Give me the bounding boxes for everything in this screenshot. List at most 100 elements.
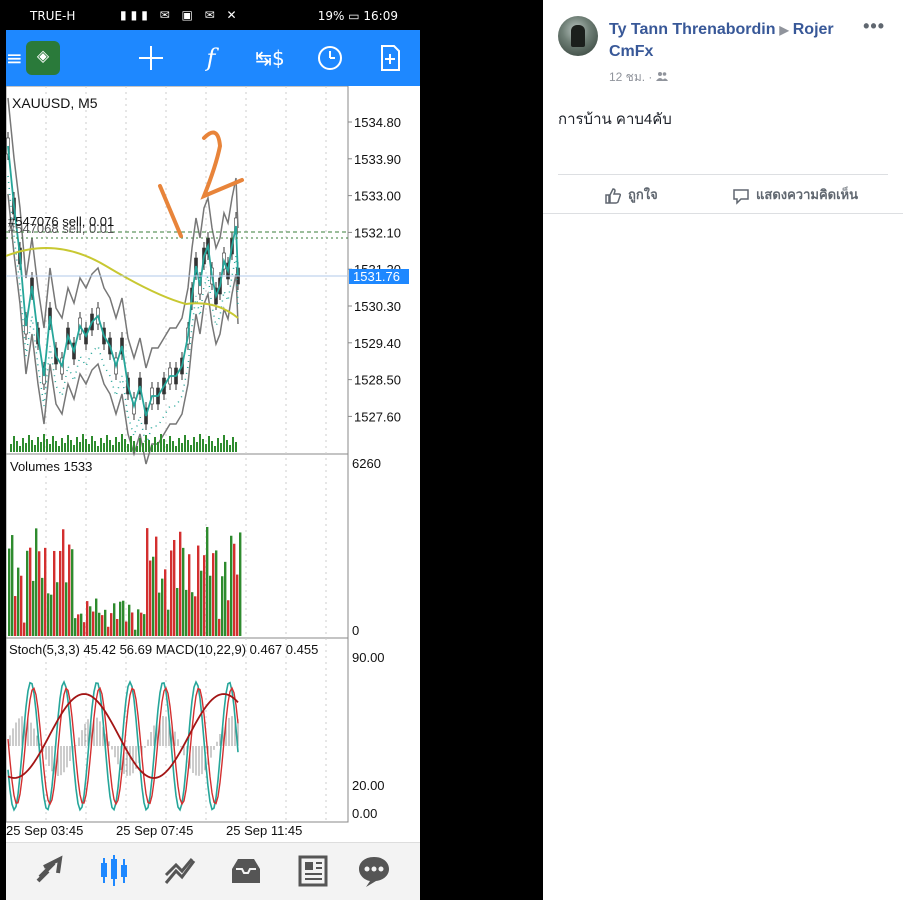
volume-bar xyxy=(131,612,134,636)
comment-button[interactable]: แสดงความคิดเห็น xyxy=(732,175,858,215)
mini-volume-bar xyxy=(52,436,54,452)
mini-volume-bar xyxy=(169,436,171,452)
mini-volume-bar xyxy=(196,442,198,452)
post-meta: 12 ชม. · xyxy=(609,68,668,87)
price-tick: 1528.50 xyxy=(354,373,401,388)
more-options-icon[interactable]: ••• xyxy=(863,16,885,37)
volume-bar xyxy=(188,554,191,636)
mini-volume-bar xyxy=(214,446,216,452)
friends-audience-icon xyxy=(655,70,668,84)
stoch-tick-90: 90.00 xyxy=(352,650,385,665)
mini-volume-bar xyxy=(211,441,213,452)
volume-bar xyxy=(104,609,107,636)
chat-icon[interactable] xyxy=(356,853,392,889)
volume-bar xyxy=(86,601,89,636)
mini-volume-bar xyxy=(142,443,144,452)
time-tick-2: 25 Sep 07:45 xyxy=(116,823,193,838)
avatar[interactable] xyxy=(558,16,598,56)
volume-bar xyxy=(17,567,20,636)
mini-volume-bar xyxy=(37,437,39,452)
volume-bar xyxy=(26,550,29,636)
mini-volume-bar xyxy=(103,443,105,452)
mini-volume-bar xyxy=(235,442,237,452)
news-icon[interactable] xyxy=(294,853,330,889)
new-order-icon[interactable] xyxy=(375,43,405,73)
volume-bar xyxy=(23,622,26,636)
volume-bar xyxy=(209,575,212,636)
mini-volume-bar xyxy=(193,437,195,452)
volume-bar xyxy=(134,629,137,636)
toolbar: ≡ ◈ f ↹$ xyxy=(6,30,420,86)
battery-percent: 19% xyxy=(317,9,345,23)
post-text: การบ้าน คาบ4คับ xyxy=(558,111,672,128)
volume-bar xyxy=(20,575,23,636)
volume-bar xyxy=(41,577,44,636)
volume-bar xyxy=(101,615,104,636)
clock-time: 16:09 xyxy=(363,9,398,23)
history-icon[interactable] xyxy=(228,853,264,889)
mini-volume-bar xyxy=(73,445,75,452)
volume-bar xyxy=(65,582,68,636)
volume-bar xyxy=(119,601,122,636)
volume-bar xyxy=(200,570,203,636)
price-tick: 1533.00 xyxy=(354,189,401,204)
mini-volume-bar xyxy=(178,438,180,452)
volume-bar xyxy=(182,547,185,636)
mt-logo-icon[interactable]: ◈ xyxy=(26,41,60,75)
volume-tick-max: 6260 xyxy=(352,456,381,471)
mini-volume-bar xyxy=(43,434,45,452)
mini-volume-bar xyxy=(133,441,135,452)
volume-bar xyxy=(125,621,128,636)
volume-bar xyxy=(107,626,110,636)
phone-screen: TRUE-H ▮▮▮ ✉ ▣ ✉ ✕ 19% ▭ 16:09 ≡ ◈ f ↹$ xyxy=(0,0,420,900)
menu-icon[interactable]: ≡ xyxy=(6,43,23,73)
price-tick: 1529.40 xyxy=(354,336,401,351)
mini-volume-bar xyxy=(181,443,183,452)
price-tick: 1530.30 xyxy=(354,299,401,314)
volume-bar xyxy=(11,535,14,636)
chart-icon[interactable] xyxy=(96,853,132,889)
like-button[interactable]: ถูกใจ xyxy=(604,175,658,215)
post-header: Ty Tann Threnabordin ▶ Rojer CmFx xyxy=(609,19,859,63)
post-time[interactable]: 12 ชม. xyxy=(609,70,645,84)
mini-volume-bar xyxy=(79,442,81,452)
volumes-label: Volumes 1533 xyxy=(10,459,92,474)
mini-volume-bar xyxy=(154,437,156,452)
status-bar: TRUE-H ▮▮▮ ✉ ▣ ✉ ✕ 19% ▭ 16:09 xyxy=(0,0,420,30)
trade-icon[interactable]: ↹$ xyxy=(255,43,285,73)
volume-bar xyxy=(29,547,32,636)
mini-volume-bar xyxy=(100,438,102,452)
volume-bar xyxy=(14,596,17,636)
volume-bar xyxy=(239,532,242,636)
volume-bar xyxy=(161,578,164,636)
mini-volume-bar xyxy=(220,443,222,452)
volume-bar xyxy=(215,550,218,636)
mini-volume-bar xyxy=(88,444,90,452)
author-name[interactable]: Ty Tann Threnabordin xyxy=(609,21,776,38)
mini-volume-bar xyxy=(10,444,12,452)
mini-volume-bar xyxy=(187,440,189,452)
function-icon[interactable]: f xyxy=(196,43,226,73)
mini-volume-bar xyxy=(85,439,87,452)
clock-icon[interactable] xyxy=(315,43,345,73)
carrier-label: TRUE-H xyxy=(30,9,76,23)
trade-icon[interactable] xyxy=(162,853,198,889)
stoch-tick-0: 0.00 xyxy=(352,806,377,821)
mini-volume-bar xyxy=(157,442,159,452)
volume-bar xyxy=(146,528,149,636)
volume-bar xyxy=(74,618,77,636)
stoch-tick-20: 20.00 xyxy=(352,778,385,793)
crosshair-icon[interactable] xyxy=(136,43,166,73)
quotes-icon[interactable] xyxy=(32,853,68,889)
volume-bar xyxy=(230,535,233,636)
mini-volume-bar xyxy=(199,434,201,452)
volume-bar xyxy=(227,600,230,636)
mini-volume-bar xyxy=(139,438,141,452)
mini-volume-bar xyxy=(31,440,33,452)
mini-volume-bar xyxy=(127,444,129,452)
mini-volume-bar xyxy=(223,435,225,452)
mini-volume-bar xyxy=(145,435,147,452)
mini-volume-bar xyxy=(130,436,132,452)
volume-bar xyxy=(140,612,143,636)
price-chart[interactable]: XAUUSD, M5 #547068 sell, 0.01 #547076 se… xyxy=(6,86,420,842)
